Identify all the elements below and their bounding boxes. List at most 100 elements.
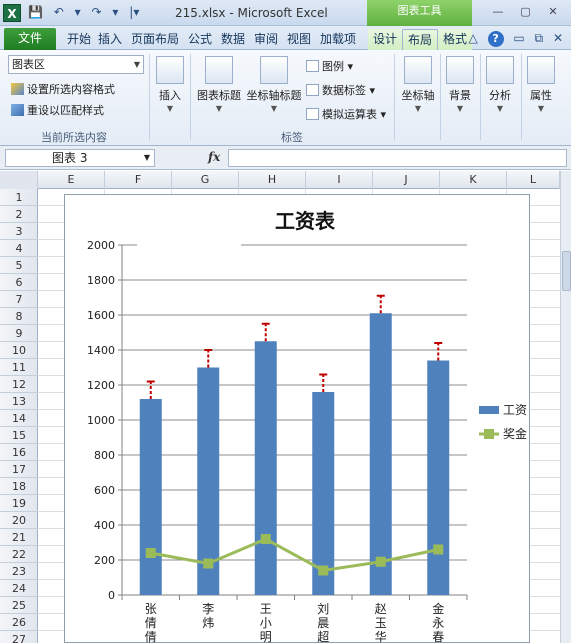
workbook-minimize-icon[interactable]: ▭ — [513, 31, 524, 45]
row-header[interactable]: 25 — [0, 597, 38, 614]
tab-view[interactable]: 视图 — [282, 29, 316, 50]
analysis-icon — [486, 56, 514, 84]
excel-logo-icon[interactable]: X — [3, 4, 21, 22]
quick-access-toolbar: 💾 ↶ ▾ ↷ ▾ |▾ — [28, 5, 146, 19]
data-table-icon — [306, 108, 319, 120]
customize-qat-icon[interactable]: |▾ — [129, 5, 139, 19]
row-header[interactable]: 12 — [0, 376, 38, 393]
row-header[interactable]: 23 — [0, 563, 38, 580]
column-header-l[interactable]: L — [507, 171, 560, 189]
select-all-corner[interactable] — [0, 171, 38, 189]
data-table-button[interactable]: 模拟运算表 ▾ — [306, 106, 386, 122]
row-header[interactable]: 16 — [0, 444, 38, 461]
properties-button[interactable]: 属性 ▼ — [524, 56, 558, 113]
insert-button[interactable]: 插入 ▼ — [153, 56, 187, 113]
undo-dropdown-icon[interactable]: ▾ — [75, 5, 81, 19]
row-header[interactable]: 26 — [0, 614, 38, 631]
legend-button[interactable]: 图例 ▾ — [306, 58, 353, 74]
legend-swatch-marker — [484, 429, 494, 439]
axes-button[interactable]: 坐标轴 ▼ — [398, 56, 438, 113]
y-tick-label: 1200 — [87, 379, 115, 392]
column-header-e[interactable]: E — [38, 171, 105, 189]
row-header[interactable]: 21 — [0, 529, 38, 546]
data-labels-button[interactable]: 数据标签 ▾ — [306, 82, 375, 98]
tab-home[interactable]: 开始 — [62, 29, 96, 50]
column-header-k[interactable]: K — [440, 171, 507, 189]
column-header-i[interactable]: I — [306, 171, 373, 189]
chart-title-button[interactable]: 图表标题 ▼ — [193, 56, 245, 113]
background-label: 背景 — [449, 89, 471, 102]
column-header-f[interactable]: F — [105, 171, 172, 189]
axes-icon — [404, 56, 432, 84]
row-header[interactable]: 2 — [0, 206, 38, 223]
row-header[interactable]: 27 — [0, 631, 38, 643]
row-header[interactable]: 15 — [0, 427, 38, 444]
format-selection-button[interactable]: 设置所选内容格式 — [11, 81, 115, 97]
chart-area[interactable]: 工资表 0 200 400 600 800 1000 1200 1400 1600 1800 2000… — [64, 194, 530, 643]
column-header-j[interactable]: J — [373, 171, 440, 189]
workbook-restore-icon[interactable]: ⧉ — [535, 31, 544, 46]
row-header[interactable]: 5 — [0, 257, 38, 274]
formula-input[interactable] — [228, 149, 567, 167]
tab-formulas[interactable]: 公式 — [183, 29, 217, 50]
redo-icon[interactable]: ↷ — [92, 5, 102, 19]
tab-file[interactable]: 文件 — [4, 28, 56, 50]
minimize-ribbon-icon[interactable]: △ — [468, 31, 477, 45]
tab-add-ins[interactable]: 加载项 — [315, 29, 361, 50]
name-box[interactable]: 图表 3 ▼ — [5, 149, 155, 167]
row-header[interactable]: 13 — [0, 393, 38, 410]
row-header[interactable]: 20 — [0, 512, 38, 529]
title-bar: X 💾 ↶ ▾ ↷ ▾ |▾ 215.xlsx - Microsoft Exce… — [0, 0, 571, 28]
chart-element-selector[interactable]: 图表区 ▼ — [8, 55, 144, 74]
workbook-close-icon[interactable]: ✕ — [553, 31, 563, 45]
row-header[interactable]: 6 — [0, 274, 38, 291]
format-selection-label: 设置所选内容格式 — [27, 83, 115, 96]
column-header-h[interactable]: H — [239, 171, 306, 189]
insert-shape-icon — [156, 56, 184, 84]
column-headers: E F G H I J K L — [0, 171, 560, 189]
tab-page-layout[interactable]: 页面布局 — [126, 29, 184, 50]
legend-label: 图例 — [322, 60, 344, 73]
chevron-down-icon: ▼ — [133, 60, 140, 69]
row-header[interactable]: 3 — [0, 223, 38, 240]
row-header[interactable]: 8 — [0, 308, 38, 325]
row-header[interactable]: 19 — [0, 495, 38, 512]
group-label-current-selection: 当前所选内容 — [41, 131, 107, 144]
tab-data[interactable]: 数据 — [216, 29, 250, 50]
undo-icon[interactable]: ↶ — [54, 5, 64, 19]
row-header[interactable]: 9 — [0, 325, 38, 342]
background-button[interactable]: 背景 ▼ — [443, 56, 477, 113]
maximize-icon[interactable]: ▢ — [514, 5, 538, 18]
chart-element-selector-value: 图表区 — [12, 58, 45, 71]
y-tick-label: 1600 — [87, 309, 115, 322]
vertical-scrollbar[interactable] — [560, 171, 571, 643]
row-header[interactable]: 7 — [0, 291, 38, 308]
row-header[interactable]: 14 — [0, 410, 38, 427]
row-header[interactable]: 24 — [0, 580, 38, 597]
help-icon[interactable]: ? — [487, 31, 504, 47]
axis-titles-icon — [260, 56, 288, 84]
row-header[interactable]: 4 — [0, 240, 38, 257]
column-header-g[interactable]: G — [172, 171, 239, 189]
axis-titles-button[interactable]: 坐标轴标题 ▼ — [245, 56, 303, 113]
fx-icon[interactable]: fx — [208, 150, 220, 164]
row-header[interactable]: 11 — [0, 359, 38, 376]
tab-layout[interactable]: 布局 — [402, 29, 439, 50]
close-icon[interactable]: ✕ — [541, 5, 565, 18]
minimize-icon[interactable]: — — [486, 5, 510, 18]
scrollbar-thumb[interactable] — [562, 251, 571, 291]
row-header[interactable]: 17 — [0, 461, 38, 478]
row-header[interactable]: 1 — [0, 189, 38, 206]
tab-review[interactable]: 审阅 — [249, 29, 283, 50]
reset-style-button[interactable]: 重设以匹配样式 — [11, 102, 104, 118]
data-table-label: 模拟运算表 — [322, 108, 377, 121]
redo-dropdown-icon[interactable]: ▾ — [112, 5, 118, 19]
row-header[interactable]: 22 — [0, 546, 38, 563]
row-header[interactable]: 10 — [0, 342, 38, 359]
row-header[interactable]: 18 — [0, 478, 38, 495]
tab-insert[interactable]: 插入 — [93, 29, 127, 50]
save-icon[interactable]: 💾 — [28, 5, 43, 19]
tab-design[interactable]: 设计 — [368, 29, 403, 50]
formula-bar: 图表 3 ▼ fx — [0, 146, 571, 170]
analysis-button[interactable]: 分析 ▼ — [483, 56, 517, 113]
